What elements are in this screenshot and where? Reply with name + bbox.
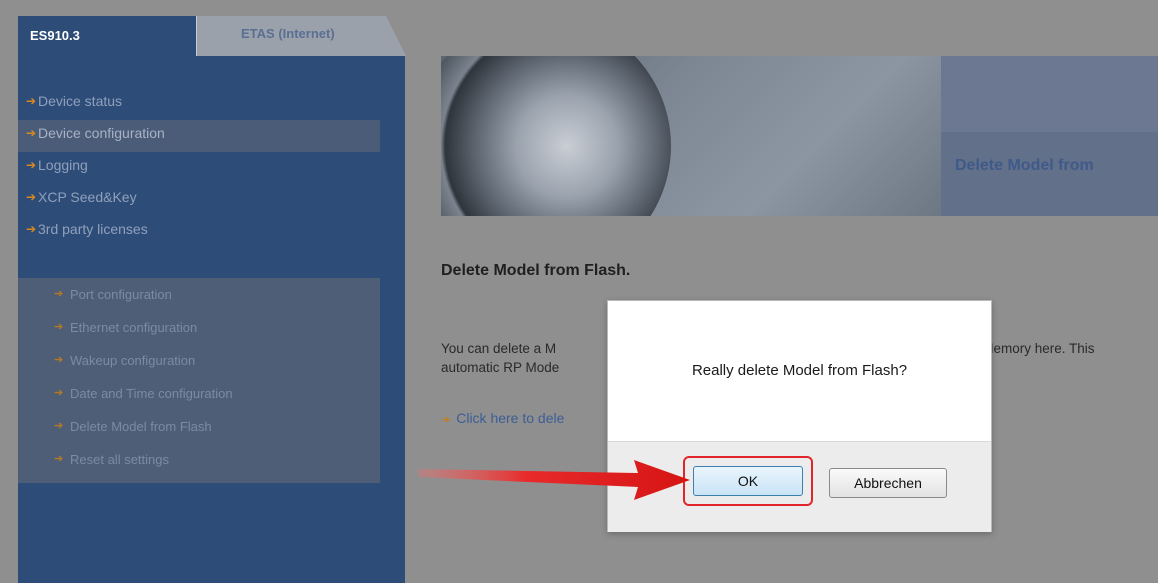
cancel-button[interactable]: Abbrechen bbox=[829, 468, 947, 498]
tab-es910[interactable]: ES910.3 bbox=[18, 16, 218, 56]
sidebar-subitem-label: Delete Model from Flash bbox=[70, 419, 212, 434]
sidebar-item-device-configuration[interactable]: ➔ Device configuration bbox=[18, 120, 380, 152]
header-banner bbox=[441, 56, 1158, 216]
sidebar-subitem-label: Reset all settings bbox=[70, 452, 169, 467]
arrow-bullet-icon: ➔ bbox=[26, 126, 37, 140]
arrow-bullet-icon: ➔ bbox=[54, 420, 64, 432]
sidebar-item-device-status[interactable]: ➔ Device status bbox=[18, 88, 380, 120]
sidebar-subitem-reset-all-settings[interactable]: ➔ Reset all settings bbox=[18, 443, 380, 476]
sidebar-item-label: 3rd party licenses bbox=[38, 221, 148, 237]
arrow-bullet-icon: ➔ bbox=[441, 414, 451, 426]
sidebar-item-logging[interactable]: ➔ Logging bbox=[18, 152, 380, 184]
delete-model-link[interactable]: ➔ Click here to dele bbox=[441, 410, 564, 426]
description-line-1-left: You can delete a M bbox=[441, 341, 557, 356]
sidebar-item-3rd-party-licenses[interactable]: ➔ 3rd party licenses bbox=[18, 216, 380, 248]
arrow-bullet-icon: ➔ bbox=[54, 354, 64, 366]
sidebar-nav: ➔ Device status ➔ Device configuration ➔ Lo… bbox=[18, 88, 380, 248]
sidebar-item-xcp-seed-key[interactable]: ➔ XCP Seed&Key bbox=[18, 184, 380, 216]
red-arrow-icon bbox=[418, 460, 690, 500]
sidebar-subnav: ➔ Port configuration ➔ Ethernet configurat… bbox=[18, 278, 380, 483]
sidebar-subitem-label: Port configuration bbox=[70, 287, 172, 302]
sidebar-subitem-ethernet-configuration[interactable]: ➔ Ethernet configuration bbox=[18, 311, 380, 344]
sidebar-subitem-label: Wakeup configuration bbox=[70, 353, 196, 368]
sidebar-subitem-delete-model-from-flash[interactable]: ➔ Delete Model from Flash bbox=[18, 410, 380, 443]
arrow-bullet-icon: ➔ bbox=[54, 321, 64, 333]
arrow-bullet-icon: ➔ bbox=[26, 158, 37, 172]
delete-model-link-label: Click here to dele bbox=[456, 410, 565, 426]
sidebar-subitem-label: Date and Time configuration bbox=[70, 386, 233, 401]
arrow-bullet-icon: ➔ bbox=[54, 288, 64, 300]
ok-button[interactable]: OK bbox=[693, 466, 803, 496]
sidebar-item-label: Device configuration bbox=[38, 125, 165, 141]
sidebar-subitem-date-time-configuration[interactable]: ➔ Date and Time configuration bbox=[18, 377, 380, 410]
sidebar-item-label: Device status bbox=[38, 93, 123, 109]
banner-title: Delete Model from bbox=[955, 157, 1094, 174]
arrow-bullet-icon: ➔ bbox=[26, 94, 37, 108]
wheel-image bbox=[441, 56, 671, 216]
arrow-bullet-icon: ➔ bbox=[54, 387, 64, 399]
sidebar-item-label: XCP Seed&Key bbox=[38, 189, 137, 205]
sidebar-item-label: Logging bbox=[38, 157, 88, 173]
arrow-bullet-icon: ➔ bbox=[54, 453, 64, 465]
description-line-2: automatic RP Mode bbox=[441, 360, 560, 375]
sidebar-subitem-wakeup-configuration[interactable]: ➔ Wakeup configuration bbox=[18, 344, 380, 377]
arrow-bullet-icon: ➔ bbox=[26, 190, 37, 204]
dialog-message: Really delete Model from Flash? bbox=[691, 362, 908, 379]
page-heading: Delete Model from Flash. bbox=[441, 262, 631, 279]
tab-es910-label: ES910.3 bbox=[30, 28, 80, 43]
tab-etas-internet-label: ETAS (Internet) bbox=[241, 26, 335, 41]
sidebar-subitem-label: Ethernet configuration bbox=[70, 320, 198, 335]
tab-etas-internet[interactable]: ETAS (Internet) bbox=[196, 16, 406, 56]
banner-panel-top bbox=[941, 56, 1158, 132]
sidebar-subitem-port-configuration[interactable]: ➔ Port configuration bbox=[18, 278, 380, 311]
arrow-bullet-icon: ➔ bbox=[26, 222, 37, 236]
